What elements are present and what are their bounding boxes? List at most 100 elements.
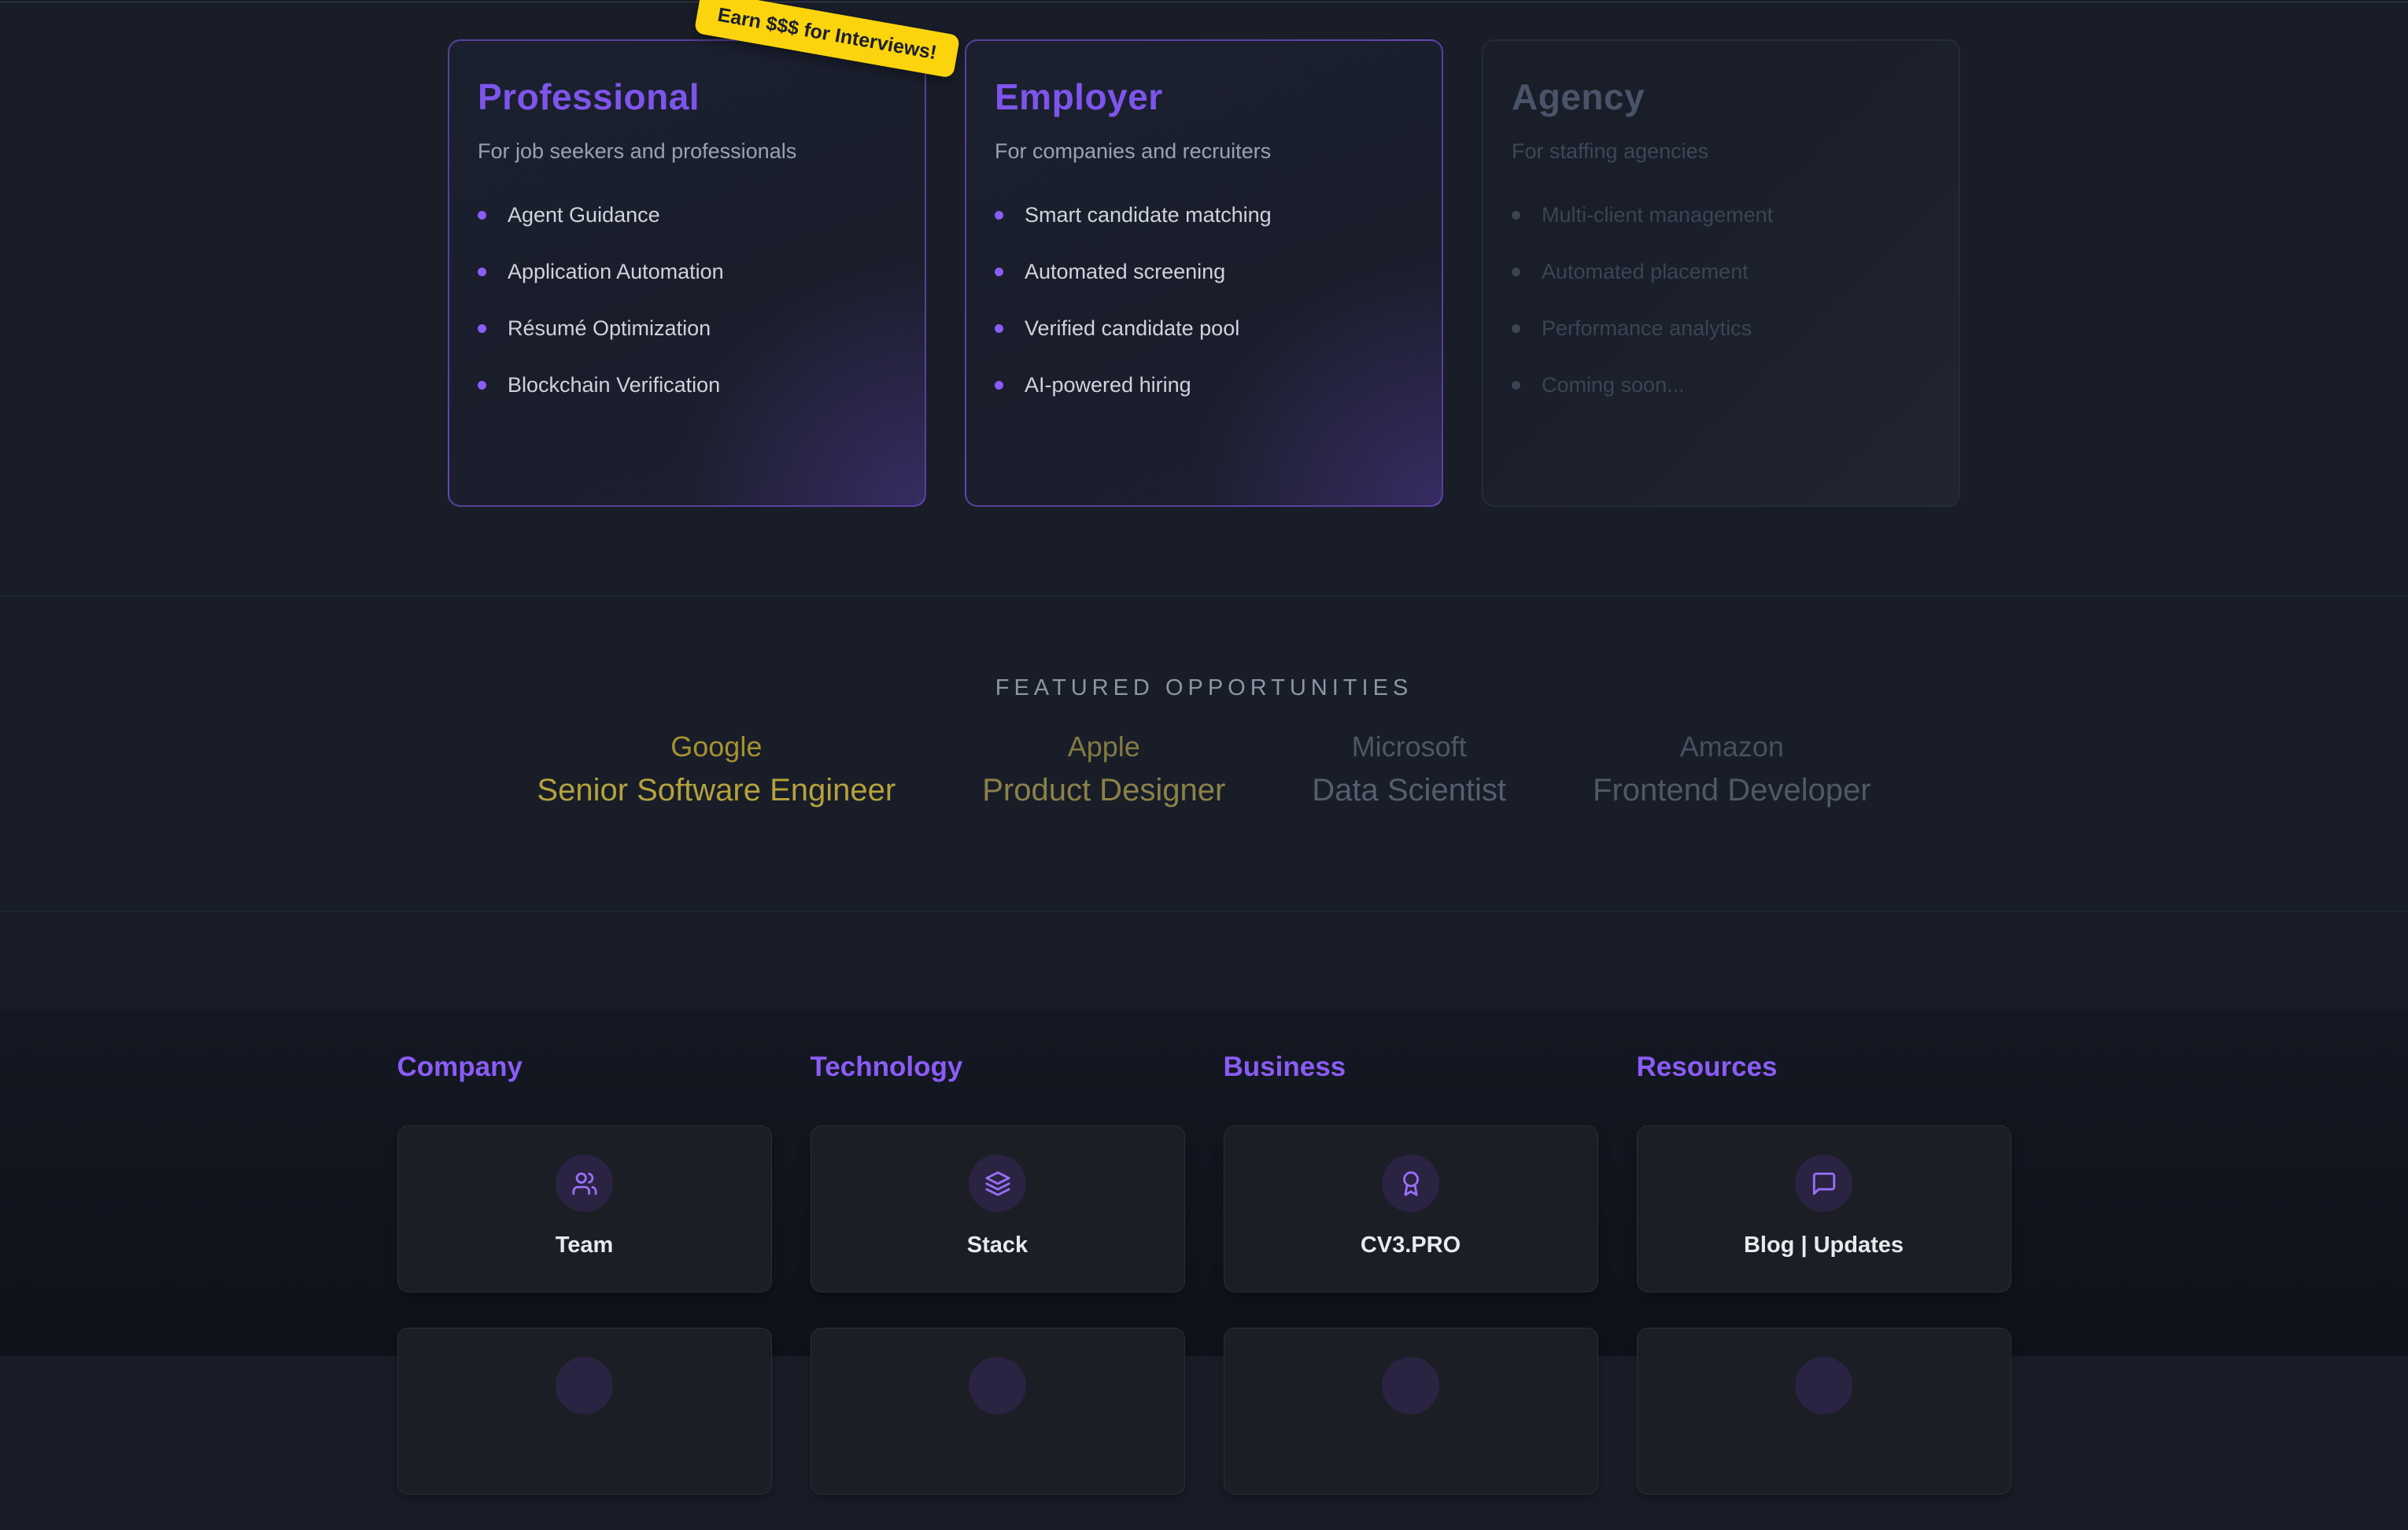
plan-feature-list: Agent Guidance Application Automation Résu… [478, 203, 896, 397]
footer-card-label: Blog | Updates [1744, 1232, 1904, 1258]
footer-card-partial[interactable] [1224, 1328, 1598, 1495]
footer-card-partial[interactable] [1637, 1328, 2011, 1495]
bullet-dot-icon [995, 324, 1003, 333]
featured-job-apple[interactable]: Apple Product Designer [982, 731, 1225, 808]
footer-card-blog-updates[interactable]: Blog | Updates [1637, 1125, 2011, 1292]
footer-column-cards: Team [397, 1125, 772, 1495]
plan-subtitle: For companies and recruiters [995, 139, 1413, 164]
footer-column-cards: Blog | Updates [1637, 1125, 2011, 1495]
footer-card-stack[interactable]: Stack [811, 1125, 1185, 1292]
job-role: Data Scientist [1312, 772, 1506, 808]
footer-column-cards: Stack [811, 1125, 1185, 1495]
plan-feature: Automated screening [995, 260, 1413, 283]
bullet-dot-icon [1512, 324, 1520, 333]
featured-section: FEATURED OPPORTUNITIES Google Senior Sof… [0, 596, 2408, 911]
footer-card-label: Stack [967, 1232, 1028, 1258]
icon-circle [969, 1357, 1026, 1414]
pricing-section: Professional For job seekers and profess… [0, 0, 2408, 596]
plan-card-professional[interactable]: Professional For job seekers and profess… [448, 39, 926, 507]
icon-circle [1382, 1155, 1439, 1212]
footer-card-partial[interactable] [397, 1328, 772, 1495]
plan-feature-text: Automated placement [1542, 260, 1749, 283]
footer: Company Team Technology Stack Business C… [0, 1009, 2408, 1356]
icon-circle [1795, 1357, 1852, 1414]
plan-subtitle: For staffing agencies [1512, 139, 1930, 164]
footer-column-business: Business CV3.PRO [1224, 1051, 1598, 1530]
plans-row: Professional For job seekers and profess… [448, 39, 1960, 507]
footer-column-company: Company Team [397, 1051, 772, 1530]
footer-column-heading: Company [397, 1051, 772, 1083]
plan-feature: AI-powered hiring [995, 373, 1413, 397]
bullet-dot-icon [1512, 211, 1520, 220]
plan-feature-text: Automated screening [1025, 260, 1225, 283]
footer-card-cv3-pro[interactable]: CV3.PRO [1224, 1125, 1598, 1292]
plan-subtitle: For job seekers and professionals [478, 139, 896, 164]
plan-feature-text: Agent Guidance [508, 203, 660, 227]
job-company: Microsoft [1312, 731, 1506, 763]
plan-title: Agency [1512, 76, 1930, 118]
featured-jobs-row: Google Senior Software Engineer Apple Pr… [0, 731, 2408, 808]
bullet-dot-icon [995, 211, 1003, 220]
users-icon [571, 1170, 598, 1197]
bullet-dot-icon [1512, 381, 1520, 390]
footer-column-resources: Resources Blog | Updates [1637, 1051, 2011, 1530]
featured-job-google[interactable]: Google Senior Software Engineer [537, 731, 896, 808]
plan-feature: Agent Guidance [478, 203, 896, 227]
icon-circle [556, 1357, 613, 1414]
plan-feature: Multi-client management [1512, 203, 1930, 227]
job-role: Product Designer [982, 772, 1225, 808]
plan-feature-text: Application Automation [508, 260, 724, 283]
plan-feature-text: AI-powered hiring [1025, 373, 1191, 397]
bullet-dot-icon [478, 324, 486, 333]
featured-job-amazon[interactable]: Amazon Frontend Developer [1593, 731, 1871, 808]
bullet-dot-icon [995, 268, 1003, 276]
footer-columns: Company Team Technology Stack Business C… [397, 1009, 2011, 1530]
plan-feature-list: Multi-client management Automated placeme… [1512, 203, 1930, 397]
plan-feature-text: Coming soon... [1542, 373, 1685, 397]
footer-column-heading: Technology [811, 1051, 1185, 1083]
plan-feature-text: Blockchain Verification [508, 373, 720, 397]
plan-feature: Résumé Optimization [478, 316, 896, 340]
bullet-dot-icon [1512, 268, 1520, 276]
footer-column-heading: Resources [1637, 1051, 2011, 1083]
plan-feature: Blockchain Verification [478, 373, 896, 397]
footer-column-technology: Technology Stack [811, 1051, 1185, 1530]
icon-circle [1795, 1155, 1852, 1212]
message-square-icon [1811, 1170, 1837, 1197]
footer-column-cards: CV3.PRO [1224, 1125, 1598, 1495]
plan-feature: Automated placement [1512, 260, 1930, 283]
award-icon [1398, 1170, 1424, 1197]
icon-circle [556, 1155, 613, 1212]
featured-title: FEATURED OPPORTUNITIES [0, 675, 2408, 701]
plan-feature: Performance analytics [1512, 316, 1930, 340]
plan-feature: Coming soon... [1512, 373, 1930, 397]
footer-card-team[interactable]: Team [397, 1125, 772, 1292]
plan-feature-text: Résumé Optimization [508, 316, 711, 340]
job-company: Amazon [1593, 731, 1871, 763]
plan-card-agency: Agency For staffing agencies Multi-clien… [1482, 39, 1960, 507]
job-company: Google [537, 731, 896, 763]
spacer-section [0, 911, 2408, 1009]
plan-feature: Application Automation [478, 260, 896, 283]
bullet-dot-icon [478, 211, 486, 220]
bullet-dot-icon [995, 381, 1003, 390]
plan-feature: Verified candidate pool [995, 316, 1413, 340]
job-role: Frontend Developer [1593, 772, 1871, 808]
plan-card-employer[interactable]: Employer For companies and recruiters Sm… [965, 39, 1443, 507]
plan-feature-text: Multi-client management [1542, 203, 1773, 227]
plan-feature-text: Verified candidate pool [1025, 316, 1239, 340]
featured-job-microsoft[interactable]: Microsoft Data Scientist [1312, 731, 1506, 808]
icon-circle [1382, 1357, 1439, 1414]
bullet-dot-icon [478, 381, 486, 390]
plan-feature-text: Performance analytics [1542, 316, 1752, 340]
footer-card-partial[interactable] [811, 1328, 1185, 1495]
plan-feature-list: Smart candidate matching Automated screen… [995, 203, 1413, 397]
plan-feature: Smart candidate matching [995, 203, 1413, 227]
plan-title: Employer [995, 76, 1413, 118]
footer-column-heading: Business [1224, 1051, 1598, 1083]
plan-title: Professional [478, 76, 896, 118]
bullet-dot-icon [478, 268, 486, 276]
job-company: Apple [982, 731, 1225, 763]
plan-feature-text: Smart candidate matching [1025, 203, 1272, 227]
icon-circle [969, 1155, 1026, 1212]
